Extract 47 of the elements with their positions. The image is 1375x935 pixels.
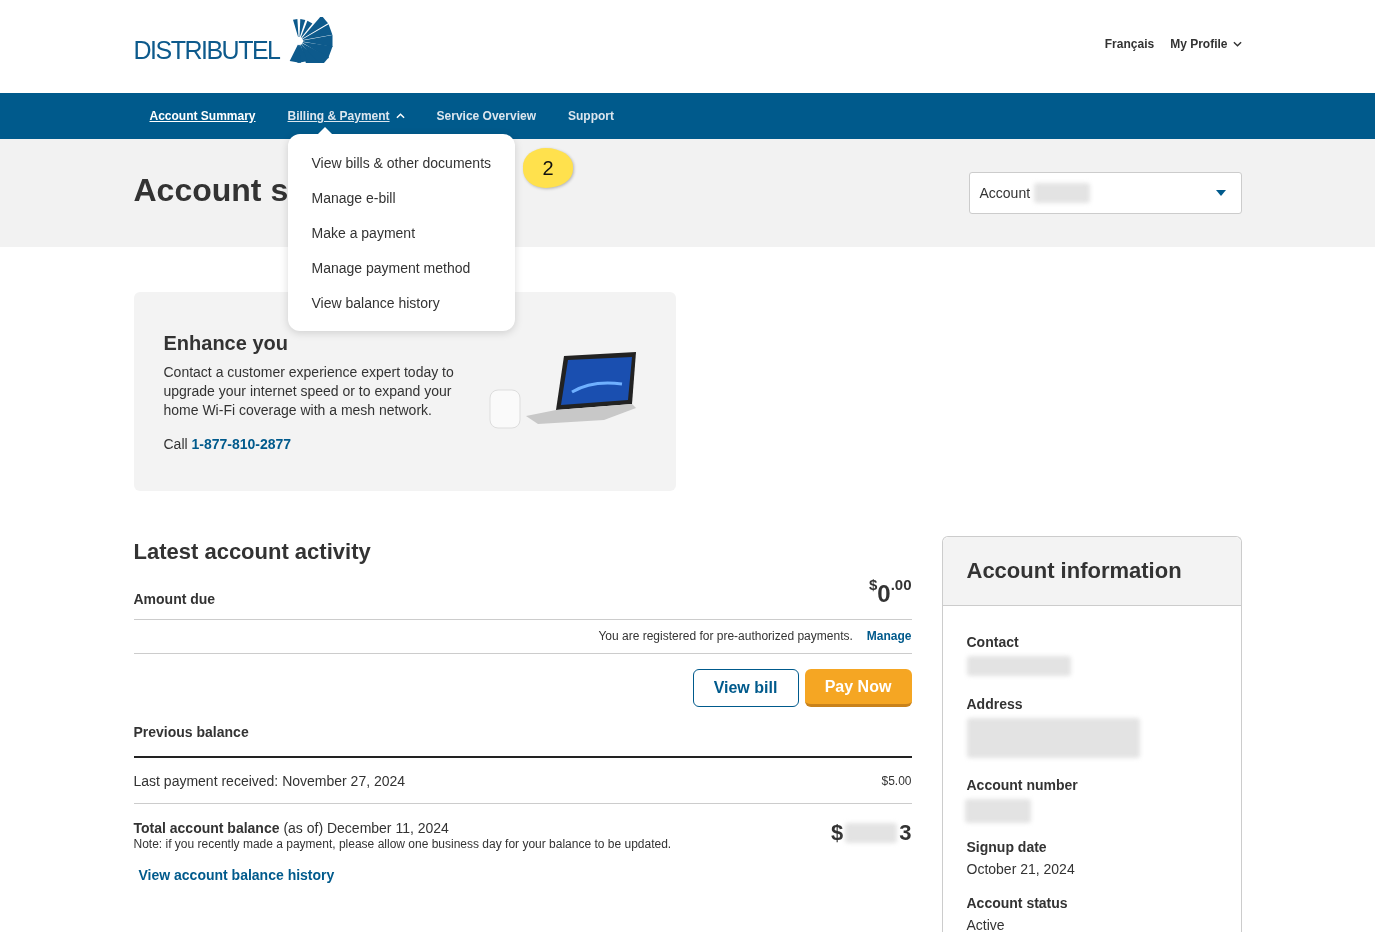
redacted-block: [845, 823, 898, 843]
menu-item[interactable]: View bills & other documents: [287, 146, 516, 181]
field-label: Account number: [966, 777, 1079, 793]
chevron-up-icon: [395, 113, 405, 119]
total-balance-text: Total account balance (as of) December 11, 2024: [133, 820, 450, 836]
menu-item[interactable]: Manage e-bill: [287, 181, 516, 216]
info-title: Account information: [966, 558, 1182, 584]
manage-link[interactable]: Manage: [866, 629, 912, 643]
field-label: Address: [966, 696, 1024, 712]
logo[interactable]: DISTRIBUTEL: [133, 16, 347, 63]
chevron-down-icon: [1232, 41, 1242, 47]
menu-item[interactable]: View balance history: [287, 286, 516, 321]
field-label: Signup date: [966, 839, 1048, 855]
amount-due-label: Amount due: [133, 591, 216, 607]
redacted-block: [1034, 182, 1091, 203]
last-payment-text: Last payment received: November 27, 2024: [133, 773, 406, 789]
field-label: Account status: [966, 895, 1069, 911]
nav-tab[interactable]: Billing & Payment: [287, 109, 405, 123]
profile-menu[interactable]: My Profile: [1170, 37, 1242, 51]
amount-due: $^{$}$0$^{.00}$: [868, 577, 912, 607]
call-text: Call 1-877-810-2877: [163, 435, 293, 452]
nav-tab[interactable]: Account Summary: [149, 109, 256, 123]
select-label: Account: [979, 184, 1031, 201]
promo-text: Contact a customer experience expert today to upgrade your internet speed or to expand your home Wi-Fi coverage with a mesh network.: [163, 362, 455, 420]
page-title: Account s: [133, 172, 289, 209]
field-label: Contact: [966, 634, 1020, 650]
menu-item[interactable]: Manage payment method: [287, 251, 516, 286]
balance-note: Note: if you recently made a payment, please allow one business day for your balance to be updated.: [133, 837, 672, 851]
promo-title: Enhance you: [163, 331, 289, 355]
language-link[interactable]: Français: [1104, 37, 1155, 51]
balance-history-link[interactable]: View account balance history: [138, 867, 335, 883]
nav-tab[interactable]: Support: [567, 109, 614, 123]
phone-link[interactable]: 1-877-810-2877: [191, 435, 292, 452]
currency-sign: $: [831, 820, 844, 846]
menu-item[interactable]: Make a payment: [287, 216, 516, 251]
preauth-text: You are registered for pre-authorized payments.: [598, 629, 853, 643]
view-bill-button[interactable]: View bill: [692, 669, 799, 707]
redacted-block: [964, 799, 1031, 823]
account-select[interactable]: Account: [968, 171, 1242, 214]
previous-balance-label: Previous balance: [133, 707, 912, 758]
nav-tab[interactable]: Service Overview: [436, 109, 536, 123]
field-value: October 21, 2024: [966, 861, 1076, 877]
caret-icon: [1215, 189, 1226, 196]
field-value: Active: [966, 917, 1006, 933]
last-payment-amount: $5.00: [881, 774, 912, 789]
balance-digit: 3: [899, 820, 912, 846]
section-title: Latest account activity: [133, 539, 372, 565]
